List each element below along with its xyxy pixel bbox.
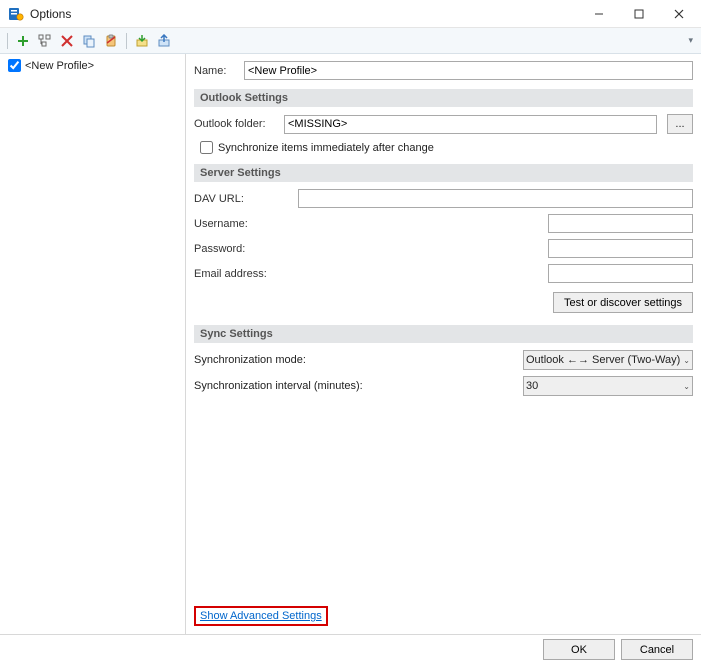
maximize-button[interactable] xyxy=(619,0,659,28)
sync-interval-label: Synchronization interval (minutes): xyxy=(194,380,363,392)
dav-url-input[interactable] xyxy=(298,189,693,208)
email-input[interactable] xyxy=(548,264,693,283)
email-label: Email address: xyxy=(194,268,292,280)
delete-icon[interactable] xyxy=(57,31,77,51)
outlook-settings-header: Outlook Settings xyxy=(194,89,693,107)
toolbar: ▾ xyxy=(0,28,701,54)
username-label: Username: xyxy=(194,218,292,230)
ok-button[interactable]: OK xyxy=(543,639,615,660)
sync-immediate-checkbox[interactable] xyxy=(200,141,213,154)
outlook-folder-input[interactable] xyxy=(284,115,657,134)
profile-checkbox[interactable] xyxy=(8,59,21,72)
copy-icon[interactable] xyxy=(79,31,99,51)
add-icon[interactable] xyxy=(13,31,33,51)
outlook-folder-label: Outlook folder: xyxy=(194,118,278,130)
import-icon[interactable] xyxy=(132,31,152,51)
sync-mode-select[interactable]: Outlook ←→ Server (Two-Way)⌄ xyxy=(523,350,693,370)
settings-panel: Name: Outlook Settings Outlook folder: .… xyxy=(186,54,701,634)
app-icon xyxy=(8,6,24,22)
title-bar: Options xyxy=(0,0,701,28)
toolbar-overflow-icon[interactable]: ▾ xyxy=(684,35,697,46)
chevron-down-icon: ⌄ xyxy=(683,382,690,391)
name-label: Name: xyxy=(194,65,238,77)
show-advanced-link[interactable]: Show Advanced Settings xyxy=(200,610,322,622)
sync-interval-select[interactable]: 30⌄ xyxy=(523,376,693,396)
cancel-button[interactable]: Cancel xyxy=(621,639,693,660)
browse-folder-button[interactable]: ... xyxy=(667,114,693,134)
advanced-link-highlight: Show Advanced Settings xyxy=(194,606,328,626)
name-input[interactable] xyxy=(244,61,693,80)
toolbar-grip xyxy=(7,33,8,49)
main-body: <New Profile> Name: Outlook Settings Out… xyxy=(0,54,701,634)
sync-mode-label: Synchronization mode: xyxy=(194,354,306,366)
minimize-button[interactable] xyxy=(579,0,619,28)
toolbar-sep xyxy=(126,33,127,49)
password-input[interactable] xyxy=(548,239,693,258)
dav-url-label: DAV URL: xyxy=(194,193,292,205)
sync-settings-header: Sync Settings xyxy=(194,325,693,343)
profile-item[interactable]: <New Profile> xyxy=(6,58,179,73)
chevron-down-icon: ⌄ xyxy=(683,356,690,365)
close-button[interactable] xyxy=(659,0,699,28)
test-discover-button[interactable]: Test or discover settings xyxy=(553,292,693,313)
sync-immediate-label: Synchronize items immediately after chan… xyxy=(218,142,434,154)
clipboard-icon[interactable] xyxy=(101,31,121,51)
window-title: Options xyxy=(30,7,579,21)
export-icon[interactable] xyxy=(154,31,174,51)
tree-icon[interactable] xyxy=(35,31,55,51)
profile-list: <New Profile> xyxy=(0,54,186,634)
dialog-footer: OK Cancel xyxy=(0,634,701,664)
password-label: Password: xyxy=(194,243,292,255)
server-settings-header: Server Settings xyxy=(194,164,693,182)
profile-label: <New Profile> xyxy=(25,60,94,72)
username-input[interactable] xyxy=(548,214,693,233)
